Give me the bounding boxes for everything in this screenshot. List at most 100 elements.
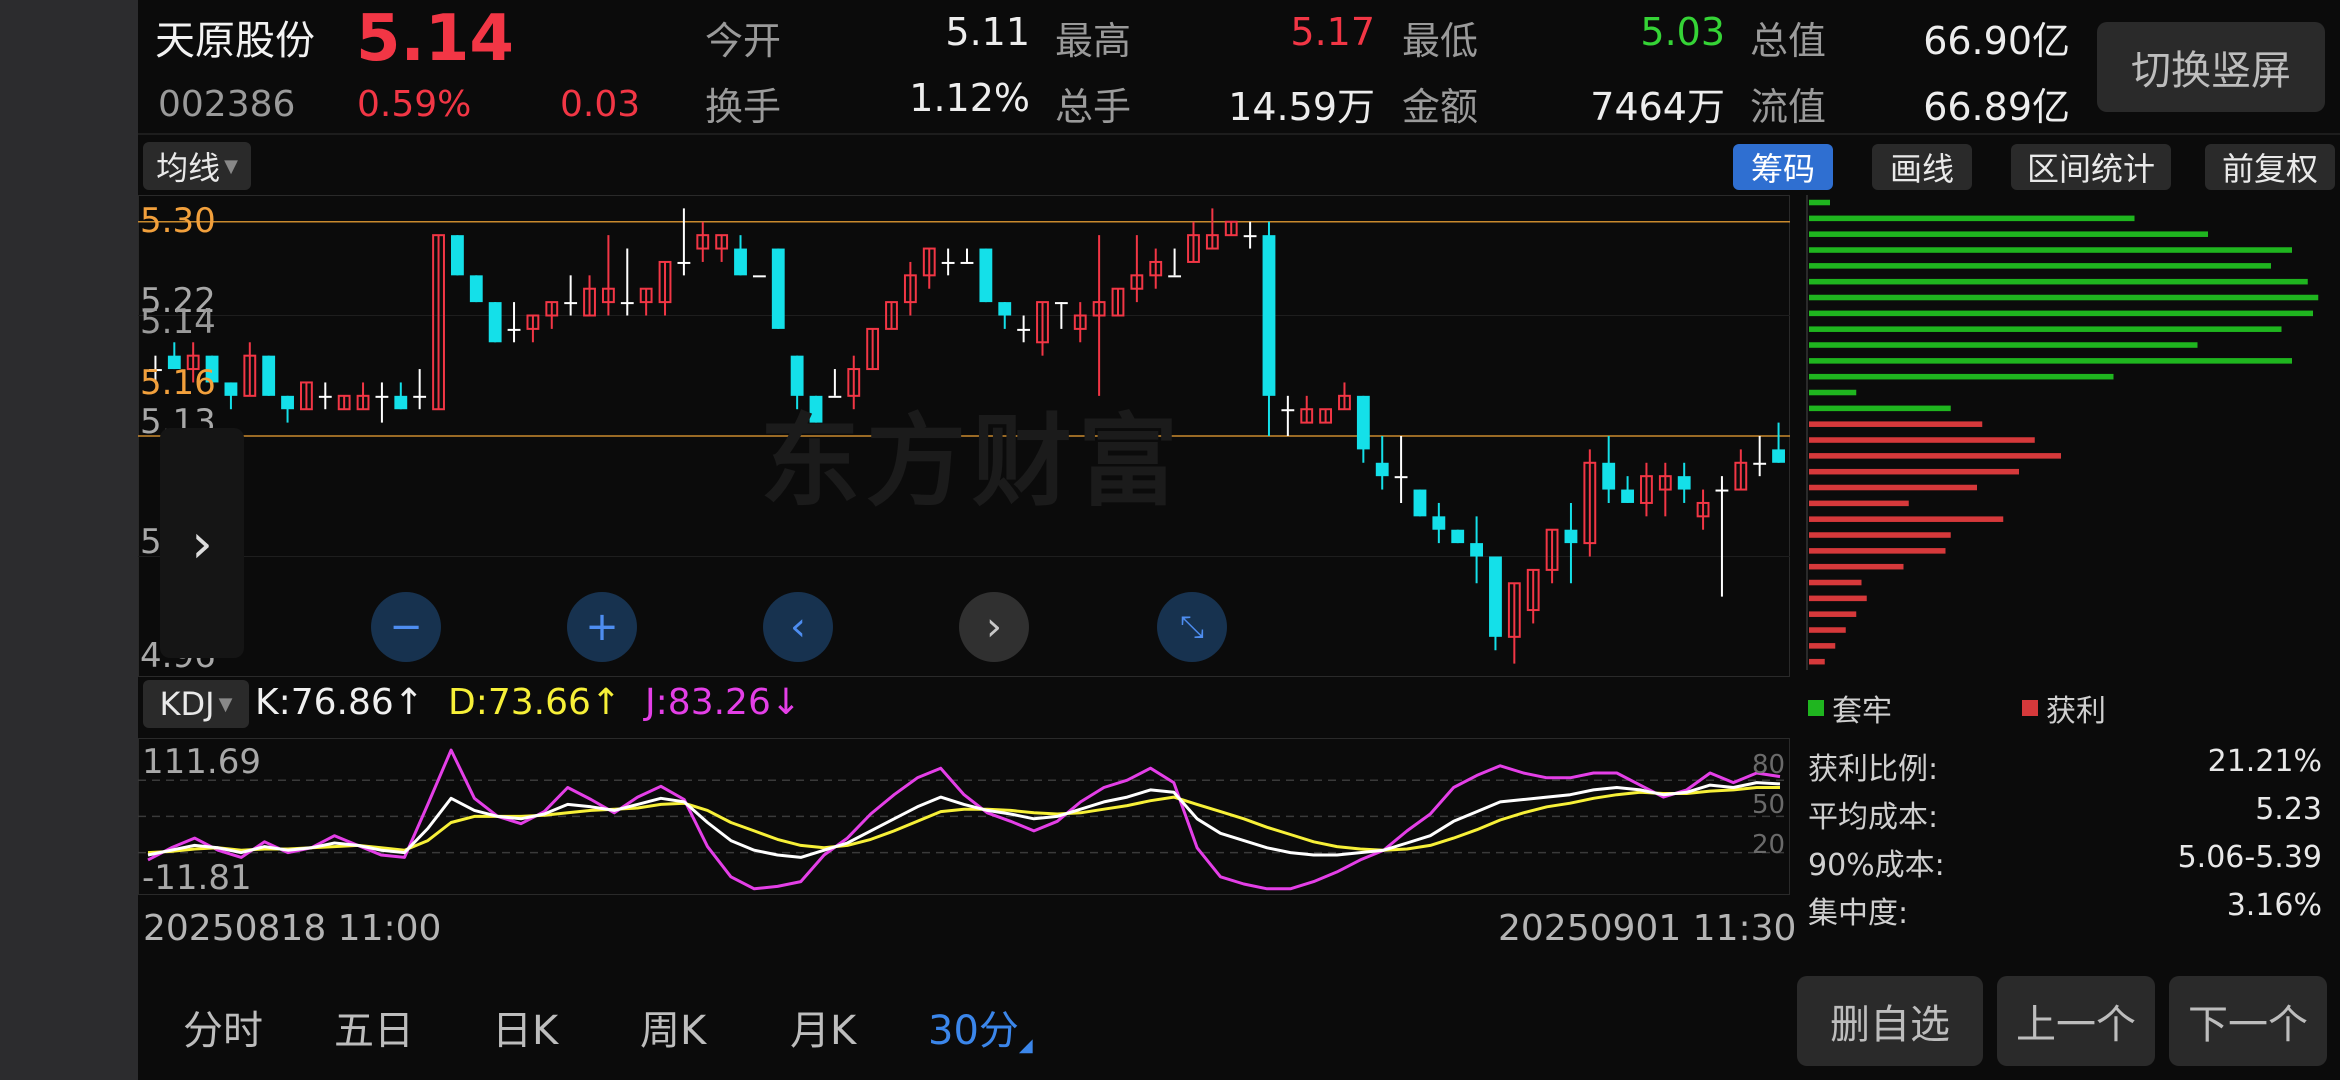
ma-dropdown-label: 均线 — [156, 149, 221, 187]
change-percent: 0.59% — [357, 84, 472, 125]
previous-stock-button[interactable]: 上一个 — [1997, 976, 2155, 1066]
stat-label-90-cost: 90%成本: — [1808, 848, 1945, 883]
chip-bar-profit — [1809, 421, 1983, 427]
price-axis-label-overlay: 5.14 — [140, 302, 216, 342]
next-stock-button[interactable]: 下一个 — [2169, 976, 2327, 1066]
tab-30min[interactable]: 30分◢ — [928, 998, 1033, 1056]
price-axis-label-current: 5.16 — [140, 363, 216, 403]
chip-bar-trapped — [1809, 389, 1857, 396]
quote-label-high: 最高 — [1055, 19, 1132, 63]
zoom-out-button[interactable]: − — [371, 592, 441, 662]
compress-icon: ⤡ — [1180, 609, 1204, 645]
chip-bar-profit — [1809, 563, 1904, 570]
chip-bar-profit — [1809, 658, 1825, 665]
chip-bar-trapped — [1809, 342, 2198, 348]
candle-body — [224, 382, 238, 396]
candle-body — [507, 328, 521, 331]
chip-bar-profit — [1809, 595, 1867, 602]
chip-bar-profit — [1809, 611, 1857, 617]
legend-trapped: 套牢 — [1808, 686, 1892, 730]
chevron-right-icon: › — [191, 511, 213, 575]
chevron-down-icon: ▼ — [218, 693, 233, 715]
stock-code: 002386 — [158, 84, 296, 125]
quote-label-open: 今开 — [705, 19, 782, 63]
quote-value-low: 5.03 — [1640, 10, 1725, 54]
chevron-left-icon: ‹ — [790, 604, 806, 650]
dropdown-corner-icon: ◢ — [1018, 1035, 1033, 1056]
quote-value-float-value: 66.89亿 — [1923, 85, 2070, 129]
scroll-left-button[interactable]: ‹ — [763, 592, 833, 662]
candle-body — [488, 302, 502, 343]
kdj-level-80: 80 — [1752, 750, 1786, 780]
tab-weekly[interactable]: 周K — [640, 998, 706, 1056]
candle-body — [375, 395, 389, 398]
chip-bar-trapped — [1809, 231, 2208, 237]
candle-body — [1677, 476, 1691, 490]
candle-body — [771, 248, 785, 329]
quote-value-total-value: 66.90亿 — [1923, 19, 2070, 63]
candle-body — [752, 275, 766, 278]
candle-body — [1394, 476, 1408, 479]
kdj-j-line — [147, 748, 1781, 891]
plus-icon: + — [585, 604, 619, 650]
candle-body — [1470, 543, 1484, 557]
kdj-level-50: 50 — [1752, 790, 1786, 820]
price-axis-label-top: 5.30 — [140, 201, 216, 241]
tab-five-day[interactable]: 五日 — [334, 998, 414, 1056]
quote-label-float-value: 流值 — [1750, 85, 1827, 129]
quote-label-turnover: 换手 — [705, 85, 782, 129]
forward-adjust-button[interactable]: 前复权 — [2205, 144, 2335, 190]
legend-trapped-label: 套牢 — [1832, 694, 1892, 729]
candle-body — [413, 395, 427, 398]
chevron-down-icon: ▼ — [224, 155, 238, 177]
tab-monthly[interactable]: 月K — [790, 998, 856, 1056]
chip-bar-trapped — [1809, 263, 2271, 269]
candle-body — [1602, 462, 1616, 490]
chip-bar-trapped — [1809, 278, 2308, 285]
legend-red-swatch — [2022, 700, 2038, 716]
chip-distribution-button[interactable]: 筹码 — [1733, 144, 1833, 190]
draw-line-button[interactable]: 画线 — [1872, 144, 1972, 190]
tab-intraday[interactable]: 分时 — [183, 998, 263, 1056]
delete-watchlist-button[interactable]: 删自选 — [1797, 976, 1983, 1066]
stat-label-concentration: 集中度: — [1808, 896, 1909, 931]
chip-bar-trapped — [1809, 358, 2292, 364]
candle-body — [998, 302, 1012, 316]
candle-body — [1262, 235, 1276, 396]
candle-body — [281, 395, 294, 410]
switch-portrait-button[interactable]: 切换竖屏 — [2097, 22, 2325, 112]
candle-body — [1715, 489, 1729, 492]
chip-distribution-chart — [1806, 195, 2319, 670]
quote-value-high: 5.17 — [1290, 10, 1375, 54]
candle-body — [450, 235, 464, 276]
expand-panel-button[interactable]: › — [160, 428, 244, 658]
kdj-k-value: K:76.86↑ — [255, 682, 424, 723]
collapse-button[interactable]: ⤡ — [1157, 592, 1227, 662]
left-edge-strip — [0, 0, 138, 1080]
chip-bar-profit — [1809, 532, 1951, 538]
chip-bar-profit — [1809, 500, 1909, 507]
candle-body — [1281, 409, 1295, 412]
candle-body — [394, 395, 408, 410]
chip-bar-trapped — [1809, 199, 1830, 206]
chip-bar-trapped — [1809, 294, 2319, 301]
tab-daily[interactable]: 日K — [492, 998, 558, 1056]
quote-label-volume: 总手 — [1055, 85, 1132, 129]
zoom-in-button[interactable]: + — [567, 592, 637, 662]
candle-body — [1168, 275, 1182, 278]
quote-value-volume: 14.59万 — [1228, 85, 1375, 129]
legend-profit-label: 获利 — [2046, 694, 2106, 729]
kdj-chart[interactable] — [138, 738, 1790, 895]
date-end: 20250901 11:30 — [1498, 908, 1797, 949]
minus-icon: − — [389, 604, 423, 650]
quote-label-low: 最低 — [1402, 19, 1479, 63]
chip-bar-trapped — [1809, 247, 2292, 253]
chip-bar-profit — [1809, 627, 1846, 633]
scroll-right-button[interactable]: › — [959, 592, 1029, 662]
ma-dropdown[interactable]: 均线 ▼ — [143, 142, 251, 190]
candle-body — [1356, 395, 1370, 450]
indicator-dropdown[interactable]: KDJ ▼ — [143, 680, 249, 728]
range-stats-button[interactable]: 区间统计 — [2011, 144, 2171, 190]
watermark: 东方财富 — [760, 403, 1184, 520]
candle-body — [960, 261, 974, 264]
